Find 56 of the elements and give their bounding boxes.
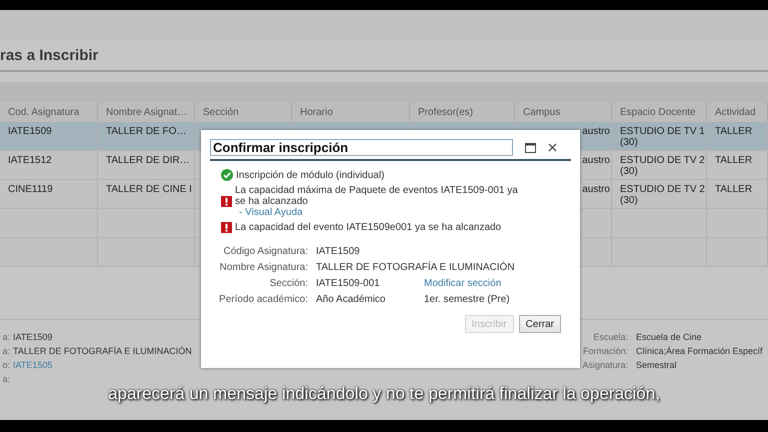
- table-cell: IATE1512: [0, 151, 98, 180]
- field-label: Sección:: [268, 278, 308, 289]
- table-cell: TALLER DE DIR…: [98, 151, 195, 180]
- field-label: Código Asignatura:: [222, 246, 308, 257]
- field-value: TALLER DE FOTOGRAFÍA E ILUMINACIÓN: [316, 262, 515, 273]
- column-header[interactable]: Cod. Asignatura: [0, 102, 98, 122]
- field-label: a:: [1, 332, 10, 342]
- field-label: Formación:: [582, 346, 628, 356]
- field-label: a:: [1, 346, 10, 356]
- column-header[interactable]: Horario: [292, 102, 410, 122]
- table-cell: ESTUDIO DE TV 2 (30): [612, 151, 707, 180]
- field-value: Escuela de Cine: [636, 332, 702, 342]
- table-cell: ESTUDIO DE TV 2 (30): [612, 180, 707, 209]
- table-cell: IATE1509: [0, 122, 98, 151]
- field-label: Período académico:: [218, 294, 308, 305]
- message-text: La capacidad máxima de Paquete de eventos IATE1509-001 ya se ha alcanzado: [235, 185, 518, 207]
- prerequisite-link[interactable]: IATE1505: [13, 360, 52, 370]
- field-value: Año Académico: [316, 294, 386, 305]
- column-header[interactable]: Nombre Asignat…: [98, 102, 195, 122]
- subtitle: aparecerá un mensaje indicándolo y no te permitirá finalizar la operación,: [108, 384, 660, 403]
- field-label: o:: [1, 360, 10, 370]
- table-cell: TALLER: [707, 180, 768, 209]
- message-text: La capacidad del evento IATE1509e001 ya se ha alcanzado: [235, 222, 502, 233]
- check-icon: [221, 169, 233, 181]
- help-link[interactable]: - Visual Ayuda: [235, 207, 525, 218]
- message-text: Inscripción de módulo (individual): [236, 170, 384, 180]
- column-header[interactable]: Profesor(es): [410, 102, 515, 122]
- modify-section-link[interactable]: Modificar sección: [424, 278, 502, 289]
- column-header[interactable]: Campus: [515, 102, 612, 122]
- table-cell: CINE1119: [0, 180, 98, 209]
- field-value: Clínica;Área Formación Específ: [636, 346, 763, 356]
- field-label: Nombre Asignatura:: [218, 262, 308, 273]
- dialog-title: Confirmar inscripción: [210, 139, 513, 156]
- close-icon[interactable]: [548, 143, 557, 152]
- error-icon: [221, 222, 232, 233]
- table-cell: TALLER: [707, 122, 768, 151]
- dialog-button[interactable]: Cerrar: [518, 315, 561, 333]
- field-value: IATE1509: [316, 246, 360, 257]
- column-header[interactable]: Actividad: [707, 102, 768, 122]
- column-header[interactable]: Espacio Docente: [612, 102, 707, 122]
- table-cell: ESTUDIO DE TV 1 (30): [612, 122, 707, 151]
- field-label: Asignatura:: [581, 360, 628, 370]
- field-value: IATE1509-001: [316, 278, 381, 289]
- field-value: TALLER DE FOTOGRAFÍA E ILUMINACIÓN: [13, 346, 192, 356]
- field-value: IATE1509: [13, 332, 52, 342]
- error-icon: [221, 196, 232, 207]
- page-title: ras a Inscribir: [0, 46, 98, 64]
- column-header[interactable]: Sección: [195, 102, 292, 122]
- table-cell: TALLER DE FO…: [98, 122, 195, 151]
- field-label: a:: [1, 374, 10, 384]
- table-cell: TALLER: [707, 151, 768, 180]
- table-cell: TALLER DE CINE I: [98, 180, 195, 209]
- field-label: Escuela:: [592, 332, 628, 342]
- field-value: Semestral: [636, 360, 677, 370]
- maximize-icon[interactable]: [525, 142, 536, 152]
- field-value: 1er. semestre (Pre): [424, 294, 510, 305]
